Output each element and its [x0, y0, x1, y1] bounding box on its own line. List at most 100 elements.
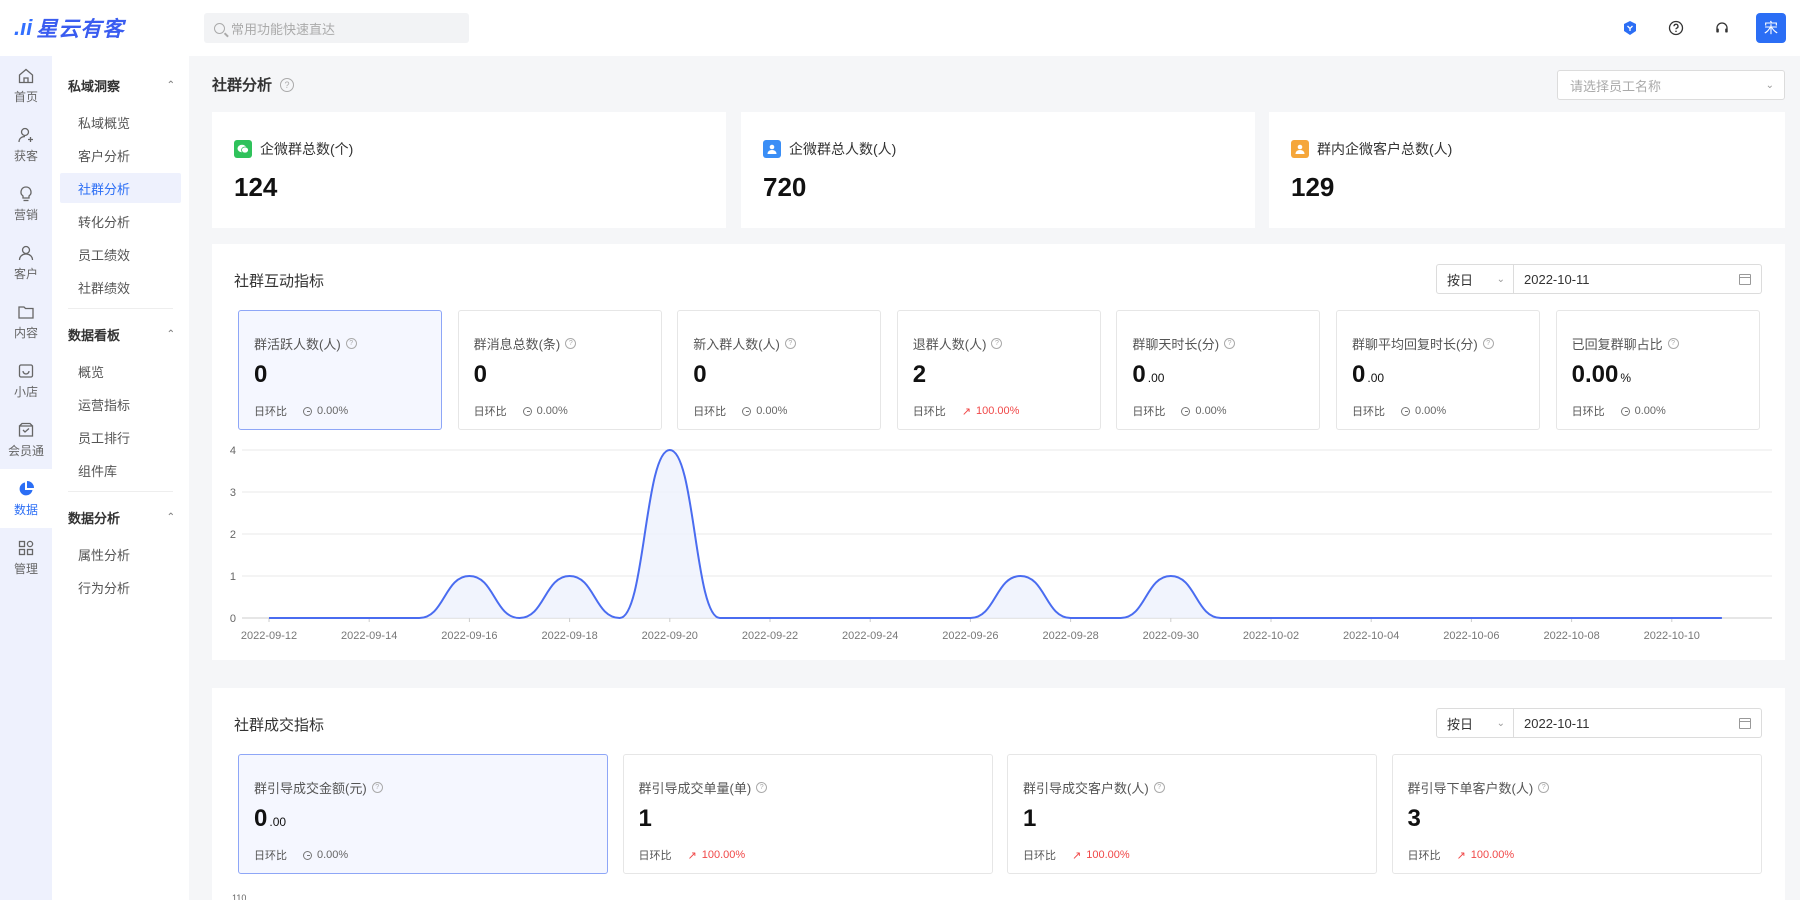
help-icon[interactable]: ?	[1153, 782, 1165, 793]
avatar[interactable]: 宋	[1756, 13, 1786, 43]
help-icon[interactable]: ?	[756, 782, 768, 793]
metric-label: 群引导成交客户数(人)?	[1023, 778, 1165, 797]
metric-card[interactable]: 群引导成交单量(单)? 1 日环比 ↗ 100.00%	[622, 754, 993, 874]
shield-badge-icon[interactable]	[1622, 20, 1638, 36]
page-title: 社群分析 ?	[212, 74, 295, 95]
logo-mark: .ıi	[14, 15, 33, 40]
help-icon[interactable]: ?	[1482, 338, 1494, 349]
metric-card[interactable]: 群消息总数(条)? 0 日环比 0.00%	[457, 310, 662, 430]
clock-icon	[522, 406, 532, 416]
calendar-icon	[1739, 273, 1751, 285]
date-value: 2022-10-11	[1524, 715, 1590, 731]
help-icon[interactable]: ?	[784, 338, 796, 349]
metric-label: 群活跃人数(人)?	[254, 334, 357, 353]
rail-item-acquire[interactable]: 获客	[0, 115, 52, 174]
metric-label: 群聊天时长(分)?	[1132, 334, 1236, 353]
subnav-item[interactable]: 社群绩效	[60, 272, 181, 302]
metric-compare-value: 100.00%	[1086, 849, 1130, 861]
metric-compare-value: 0.00%	[756, 405, 788, 417]
search-icon	[214, 22, 225, 34]
metric-compare-value: 100.00%	[976, 405, 1020, 417]
subnav-item[interactable]: 员工绩效	[60, 239, 181, 269]
subnav-item[interactable]: 员工排行	[60, 422, 181, 452]
rail-item-manage[interactable]: 管理	[0, 528, 52, 587]
metric-foot: 日环比 0.00%	[1572, 403, 1666, 419]
rail-item-member[interactable]: 会员通	[0, 410, 52, 469]
metric-card[interactable]: 群聊平均回复时长(分)? 0.00 日环比 0.00%	[1336, 310, 1540, 430]
metric-value-int: 0	[254, 805, 268, 832]
metric-foot-label: 日环比	[912, 406, 946, 418]
search-input[interactable]: 常用功能快速直达	[204, 13, 469, 43]
metric-value-int: 0	[1352, 361, 1366, 388]
subnav-group-dashboard[interactable]: 数据看板 ⌃	[52, 315, 189, 353]
help-icon[interactable]: ?	[280, 77, 295, 92]
date-picker[interactable]: 2022-10-11	[1514, 264, 1762, 294]
subnav-item[interactable]: 行为分析	[60, 572, 181, 602]
rail-item-home[interactable]: 首页	[0, 56, 52, 115]
y-tick-label: 3	[230, 487, 236, 499]
subnav-group-private-insight[interactable]: 私域洞察 ⌃	[52, 66, 189, 104]
metric-value-int: 0	[693, 361, 707, 388]
metric-compare: 0.00%	[742, 405, 787, 417]
kpi-label: 企微群总数(个)	[260, 141, 354, 157]
date-picker[interactable]: 2022-10-11	[1514, 708, 1762, 738]
subnav-item-active[interactable]: 社群分析	[60, 173, 181, 203]
help-icon[interactable]: ?	[1667, 338, 1679, 349]
metric-foot-label: 日环比	[1132, 406, 1166, 418]
group-members-icon	[763, 140, 781, 158]
chevron-down-icon: ⌄	[1496, 273, 1505, 285]
metric-compare: ↗ 100.00%	[1457, 849, 1515, 862]
icon-rail: 首页 获客 营销 客户 内容 小店 会员通 数据 管理	[0, 56, 52, 900]
subnav-item[interactable]: 运营指标	[60, 389, 181, 419]
app-logo[interactable]: .ıi 星云有客	[14, 13, 174, 43]
x-tick-label: 2022-09-22	[742, 630, 798, 642]
subnav-item[interactable]: 转化分析	[60, 206, 181, 236]
rail-item-customer[interactable]: 客户	[0, 233, 52, 292]
metric-compare: 0.00%	[303, 405, 348, 417]
pie-chart-icon	[19, 480, 34, 495]
metric-value: 0	[693, 361, 708, 389]
main-content: 社群分析 ? 请选择员工名称 ⌄ 企微群总数(个) 124 企微群总人数(人) …	[189, 56, 1800, 900]
metric-card[interactable]: 退群人数(人)? 2 日环比 ↗ 100.00%	[896, 310, 1101, 430]
help-icon[interactable]	[1668, 20, 1684, 36]
metric-card[interactable]: 新入群人数(人)? 0 日环比 0.00%	[677, 310, 882, 430]
metric-card[interactable]: 已回复群聊占比? 0.00% 日环比 0.00%	[1555, 310, 1760, 430]
metric-card[interactable]: 群聊天时长(分)? 0.00 日环比 0.00%	[1116, 310, 1321, 430]
help-icon[interactable]: ?	[1538, 782, 1550, 793]
metric-value-int: 0	[473, 361, 487, 388]
x-tick-label: 2022-10-02	[1243, 630, 1299, 642]
metric-label-text: 群聊平均回复时长(分)	[1352, 337, 1478, 352]
metric-value-int: 3	[1407, 805, 1421, 832]
rail-item-content[interactable]: 内容	[0, 292, 52, 351]
headset-icon[interactable]	[1714, 20, 1730, 36]
help-icon[interactable]: ?	[991, 338, 1003, 349]
help-icon[interactable]: ?	[371, 782, 383, 793]
metric-foot-label: 日环比	[254, 406, 287, 418]
rail-item-marketing[interactable]: 营销	[0, 174, 52, 233]
employee-select[interactable]: 请选择员工名称 ⌄	[1557, 70, 1785, 100]
x-tick-label: 2022-09-14	[341, 630, 397, 642]
rail-item-shop[interactable]: 小店	[0, 351, 52, 410]
metric-card[interactable]: 群引导下单客户数(人)? 3 日环比 ↗ 100.00%	[1391, 754, 1762, 874]
metric-card[interactable]: 群引导成交金额(元)? 0.00 日环比 0.00%	[238, 754, 608, 874]
y-tick-label: 0	[230, 613, 236, 625]
rail-item-data[interactable]: 数据	[0, 469, 52, 528]
subnav-item[interactable]: 客户分析	[60, 140, 181, 170]
clock-icon	[1181, 406, 1191, 416]
metric-card[interactable]: 群活跃人数(人)? 0 日环比 0.00%	[238, 310, 442, 430]
subnav-item[interactable]: 组件库	[60, 455, 181, 485]
help-icon[interactable]: ?	[565, 338, 577, 349]
subnav-item[interactable]: 属性分析	[60, 539, 181, 569]
help-icon[interactable]: ?	[345, 338, 357, 349]
help-icon[interactable]: ?	[1224, 338, 1236, 349]
granularity-select[interactable]: 按日 ⌄	[1436, 708, 1514, 738]
granularity-select[interactable]: 按日 ⌄	[1436, 264, 1514, 294]
subnav-group-analysis[interactable]: 数据分析 ⌃	[52, 498, 189, 536]
kpi-value: 720	[763, 172, 807, 202]
panel-title: 社群成交指标	[234, 717, 325, 734]
subnav-item[interactable]: 私域概览	[60, 107, 181, 137]
clock-icon	[303, 850, 312, 860]
metric-card[interactable]: 群引导成交客户数(人)? 1 日环比 ↗ 100.00%	[1007, 754, 1377, 874]
subnav-item[interactable]: 概览	[60, 356, 181, 386]
chevron-down-icon: ⌄	[1765, 79, 1774, 91]
